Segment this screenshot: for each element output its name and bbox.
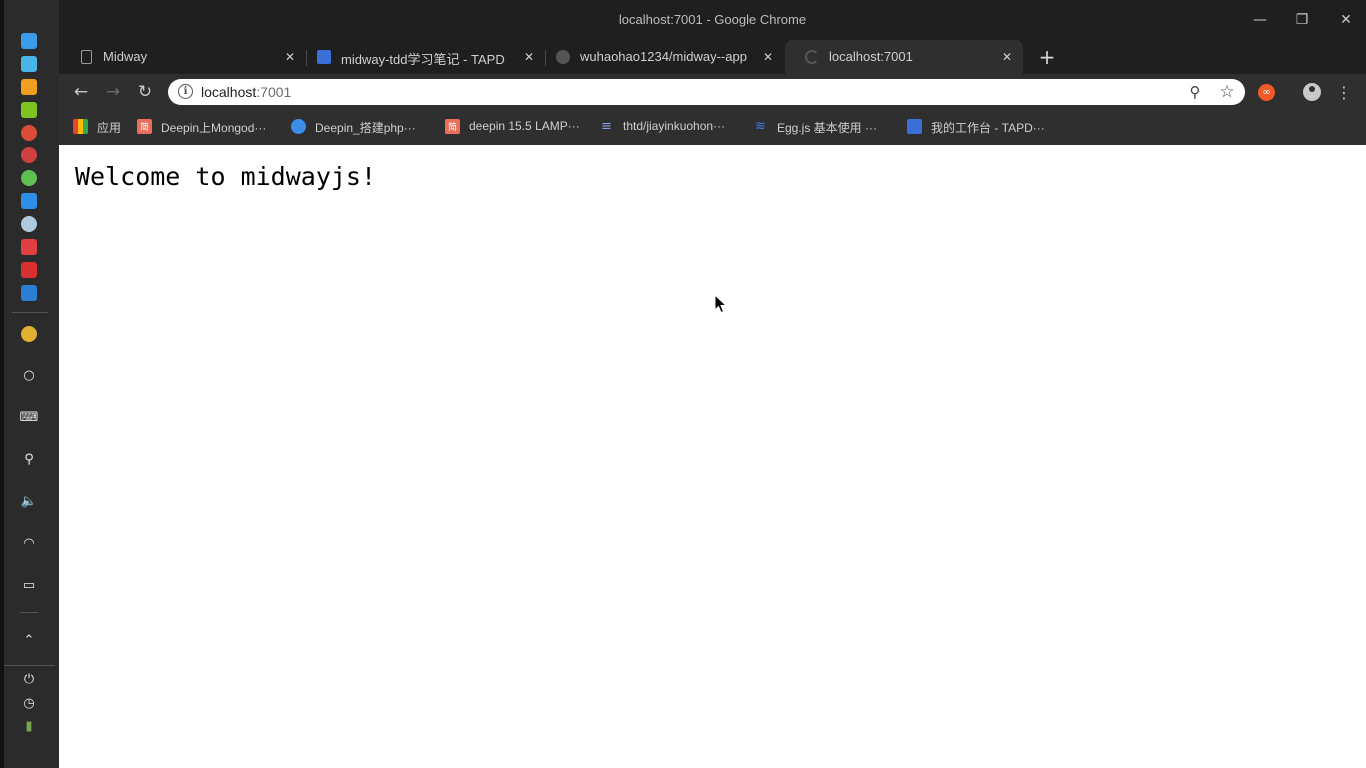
back-icon[interactable]: ← <box>70 81 92 103</box>
tab-label: wuhaohao1234/midway--app <box>580 49 747 64</box>
wechat-icon[interactable] <box>21 170 37 186</box>
window-title: localhost:7001 - Google Chrome <box>618 12 807 27</box>
deepin-launcher-icon[interactable] <box>21 33 37 49</box>
deepin-icon <box>291 119 306 134</box>
forward-icon[interactable]: → <box>102 81 124 103</box>
bookmark-star-icon[interactable]: ☆ <box>1217 82 1237 102</box>
music-player-icon[interactable] <box>21 102 37 118</box>
tab-label: midway-tdd学习笔记 - TAPD <box>341 52 505 67</box>
url-text[interactable]: localhost:7001 <box>201 84 291 100</box>
browser-window: localhost:7001 - Google Chrome — ❐ ✕ Mid… <box>59 0 1366 145</box>
info-icon[interactable]: i <box>178 84 193 99</box>
tab-label: Midway <box>103 49 148 64</box>
reload-icon[interactable]: ↻ <box>134 81 156 103</box>
new-tab-button[interactable]: + <box>1036 45 1058 69</box>
dock-separator <box>20 612 38 613</box>
browser-toolbar: ← → ↻ i localhost:7001 ⚲ ☆ ∞ ⋮ <box>59 74 1366 110</box>
chrome-running-icon[interactable] <box>21 326 37 342</box>
jianshu-icon: 简 <box>137 119 152 134</box>
bookmarks-bar: 应用 简 Deepin上Mongod··· Deepin_搭建php··· 简 … <box>59 110 1366 145</box>
close-tab-icon[interactable]: ✕ <box>759 48 777 66</box>
chevron-up-icon[interactable]: ⌃ <box>18 629 40 651</box>
menu-icon[interactable]: ⋮ <box>1336 81 1352 103</box>
dock-separator <box>12 312 48 313</box>
tapd-icon <box>317 50 331 64</box>
url-host: localhost <box>201 84 257 100</box>
clock-icon[interactable]: ◷ <box>18 692 40 714</box>
volume-icon[interactable]: 🔈 <box>18 490 40 512</box>
close-tab-icon[interactable]: ✕ <box>998 48 1016 66</box>
tab-github[interactable]: wuhaohao1234/midway--app ✕ <box>536 40 784 74</box>
dock-separator <box>4 665 55 666</box>
settings-icon[interactable] <box>21 147 37 163</box>
terminal-icon[interactable] <box>21 262 37 278</box>
screen-recorder-icon[interactable] <box>21 239 37 255</box>
github-icon <box>556 50 570 64</box>
page-content: Welcome to midwayjs! <box>59 145 1366 768</box>
tab-strip: Midway ✕ midway-tdd学习笔记 - TAPD ✕ wuhaoha… <box>59 40 1366 74</box>
trash-icon[interactable]: ▮ <box>18 715 40 737</box>
url-port: :7001 <box>256 84 292 100</box>
title-bar: localhost:7001 - Google Chrome — ❐ ✕ <box>59 0 1366 40</box>
jianshu-icon: 简 <box>445 119 460 134</box>
tab-tapd-notes[interactable]: midway-tdd学习笔记 - TAPD ✕ <box>297 40 545 74</box>
close-icon[interactable]: ✕ <box>1336 10 1356 30</box>
bookmark-label: Egg.js 基本使用 ··· <box>777 121 878 135</box>
address-bar[interactable]: i localhost:7001 ⚲ ☆ <box>168 79 1245 105</box>
bookmark-label: 我的工作台 - TAPD··· <box>931 121 1045 135</box>
tapd-icon <box>907 119 922 134</box>
tab-midway[interactable]: Midway ✕ <box>59 40 305 74</box>
bookmark-label: Deepin上Mongod··· <box>161 121 267 135</box>
file-manager-icon[interactable] <box>21 56 37 72</box>
bookmark-label: thtd/jiayinkuohon··· <box>623 119 726 133</box>
battery-icon[interactable]: ▭ <box>18 574 40 596</box>
vscode-icon[interactable] <box>21 285 37 301</box>
chrome-icon[interactable] <box>21 125 37 141</box>
app-store-icon[interactable] <box>21 79 37 95</box>
document-icon <box>81 50 92 64</box>
wifi-icon[interactable]: ◠ <box>18 532 40 554</box>
minimize-icon[interactable]: — <box>1250 10 1270 30</box>
mail-icon[interactable] <box>21 193 37 209</box>
loading-icon <box>805 50 819 64</box>
egg-icon: ≋ <box>755 119 766 134</box>
apps-grid-icon <box>73 119 88 134</box>
mouse-cursor-icon <box>714 294 728 314</box>
power-icon[interactable]: ⏻ <box>18 668 40 690</box>
profile-icon[interactable] <box>1303 83 1321 101</box>
git-icon: ≡ <box>601 119 612 134</box>
bookmark-label: Deepin_搭建php··· <box>315 121 416 135</box>
tab-label: localhost:7001 <box>829 49 913 64</box>
usb-icon[interactable]: ⚲ <box>18 448 40 470</box>
zoom-icon[interactable]: ⚲ <box>1185 82 1205 102</box>
circle-icon[interactable]: ○ <box>18 364 40 386</box>
dock-strip <box>0 0 4 768</box>
tab-localhost[interactable]: localhost:7001 ✕ <box>785 40 1023 74</box>
bookmark-label: 应用 <box>97 121 122 135</box>
browser-icon[interactable] <box>21 216 37 232</box>
extension-icon[interactable]: ∞ <box>1258 84 1275 101</box>
page-heading: Welcome to midwayjs! <box>75 162 377 191</box>
restore-icon[interactable]: ❐ <box>1292 10 1312 30</box>
taskbar-dock: ○ ⌨ ⚲ 🔈 ◠ ▭ ⌃ ⏻ ◷ ▮ <box>0 0 59 768</box>
bookmark-label: deepin 15.5 LAMP··· <box>469 119 580 133</box>
keyboard-icon[interactable]: ⌨ <box>18 406 40 428</box>
